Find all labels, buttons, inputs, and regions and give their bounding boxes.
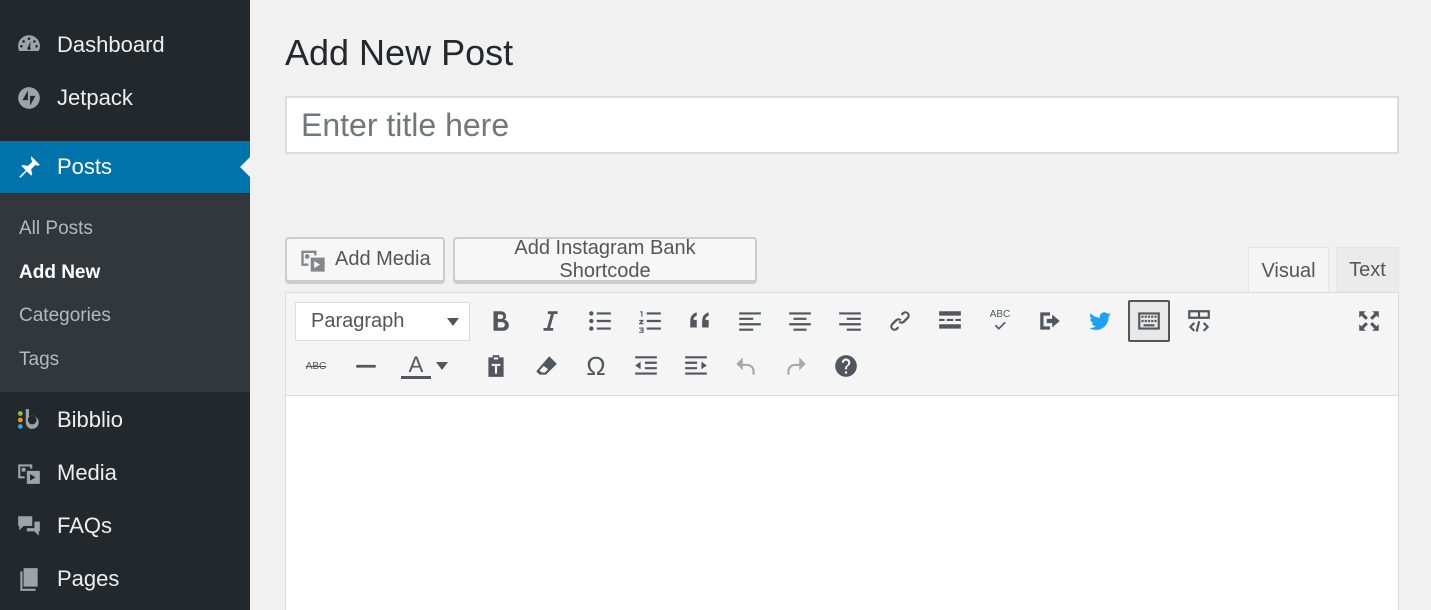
horizontal-rule-icon [356, 364, 376, 368]
post-title-input[interactable] [285, 96, 1399, 154]
redo-icon [787, 357, 806, 375]
text-color-icon: A [408, 351, 424, 377]
editor-content-area[interactable] [286, 397, 1398, 610]
link-icon [890, 311, 910, 331]
bullet-list-button[interactable] [579, 300, 621, 342]
sidebar-item-label: Media [57, 460, 117, 485]
share-button[interactable] [1029, 300, 1071, 342]
chevron-down-icon [436, 362, 448, 370]
sidebar-item-label: Posts [57, 154, 113, 179]
read-more-icon [939, 311, 961, 329]
twitter-button[interactable] [1079, 300, 1121, 342]
paste-text-button[interactable] [475, 345, 517, 387]
sidebar-item-label: Dashboard [57, 32, 165, 57]
sidebar-item-media[interactable]: Media [0, 447, 250, 499]
special-character-icon: Ω [586, 350, 606, 381]
paste-text-icon [488, 355, 504, 377]
submenu-all-posts[interactable]: All Posts [19, 218, 93, 240]
spellcheck-label: ABC [989, 308, 1011, 320]
post-editor: Paragraph ABC ABC A Ω [285, 292, 1399, 610]
pin-icon [14, 152, 44, 182]
sidebar-item-bibblio[interactable]: Bibblio [0, 394, 250, 446]
strikethrough-icon: ABC [305, 360, 327, 372]
undo-icon [736, 357, 755, 375]
clear-formatting-button[interactable] [525, 345, 567, 387]
outdent-button[interactable] [625, 345, 667, 387]
outdent-icon [635, 356, 657, 375]
admin-sidebar: Dashboard Jetpack Posts All Posts Add Ne… [0, 0, 250, 610]
sidebar-item-label: Bibblio [57, 407, 124, 432]
submenu-add-new[interactable]: Add New [19, 262, 100, 284]
align-right-button[interactable] [829, 300, 871, 342]
posts-submenu: All Posts Add New Categories Tags [0, 194, 250, 392]
dashboard-icon [14, 30, 44, 60]
sidebar-item-label: Jetpack [57, 85, 133, 110]
horizontal-rule-button[interactable] [345, 345, 387, 387]
insert-link-button[interactable] [879, 300, 921, 342]
toolbar-toggle-button[interactable] [1128, 300, 1170, 342]
format-select-value: Paragraph [311, 310, 405, 332]
twitter-icon [1089, 312, 1111, 330]
indent-icon [685, 356, 707, 375]
page-title: Add New Post [285, 32, 514, 73]
blockquote-icon [690, 312, 709, 328]
align-left-icon [739, 312, 761, 331]
redo-button[interactable] [775, 345, 817, 387]
jetpack-icon [14, 83, 44, 113]
sidebar-item-label: FAQs [57, 513, 113, 538]
tab-text[interactable]: Text [1336, 247, 1399, 293]
format-select[interactable]: Paragraph [295, 302, 470, 341]
align-left-button[interactable] [729, 300, 771, 342]
text-color-swatch [401, 375, 431, 379]
add-media-button[interactable]: Add Media [285, 237, 445, 282]
italic-icon [543, 311, 558, 331]
help-icon [835, 355, 857, 377]
numbered-list-icon [639, 311, 661, 333]
embed-code-icon [1188, 310, 1210, 332]
strikethrough-button[interactable]: ABC [295, 345, 337, 387]
undo-button[interactable] [725, 345, 767, 387]
spellcheck-icon [994, 321, 1006, 330]
media-icon [299, 246, 327, 274]
text-color-dropdown[interactable] [431, 345, 453, 387]
media-icon [14, 458, 44, 488]
read-more-button[interactable] [929, 300, 971, 342]
bold-icon [493, 311, 509, 331]
numbered-list-button[interactable] [629, 300, 671, 342]
clear-formatting-icon [536, 356, 557, 375]
align-center-button[interactable] [779, 300, 821, 342]
pages-icon [14, 564, 44, 594]
sidebar-item-pages[interactable]: Pages [0, 553, 250, 605]
comments-icon [14, 511, 44, 541]
bibblio-icon [14, 405, 44, 435]
fullscreen-icon [1359, 311, 1379, 331]
sidebar-item-label: Pages [57, 566, 120, 591]
spellcheck-button[interactable]: ABC [979, 300, 1021, 342]
help-button[interactable] [825, 345, 867, 387]
bold-button[interactable] [479, 300, 521, 342]
indent-button[interactable] [675, 345, 717, 387]
align-center-icon [789, 312, 811, 331]
submenu-categories[interactable]: Categories [19, 305, 111, 327]
add-media-label: Add Media [335, 248, 431, 270]
tab-visual[interactable]: Visual [1248, 247, 1329, 294]
align-right-icon [839, 312, 861, 331]
sidebar-item-dashboard[interactable]: Dashboard [0, 19, 250, 71]
italic-button[interactable] [529, 300, 571, 342]
bullet-list-icon [589, 311, 611, 331]
toolbar-toggle-icon [1138, 312, 1160, 330]
submenu-tags[interactable]: Tags [19, 349, 59, 371]
fullscreen-button[interactable] [1348, 300, 1390, 342]
editor-toolbar: Paragraph ABC ABC A Ω [286, 293, 1398, 396]
blockquote-button[interactable] [679, 300, 721, 342]
embed-code-button[interactable] [1178, 300, 1220, 342]
special-character-button[interactable]: Ω [575, 345, 617, 387]
add-instagram-shortcode-button[interactable]: Add Instagram Bank Shortcode [453, 237, 757, 282]
share-icon [1040, 312, 1060, 330]
sidebar-item-posts[interactable]: Posts [0, 141, 250, 193]
chevron-down-icon [447, 318, 459, 326]
sidebar-item-faqs[interactable]: FAQs [0, 500, 250, 552]
sidebar-item-jetpack[interactable]: Jetpack [0, 72, 250, 124]
